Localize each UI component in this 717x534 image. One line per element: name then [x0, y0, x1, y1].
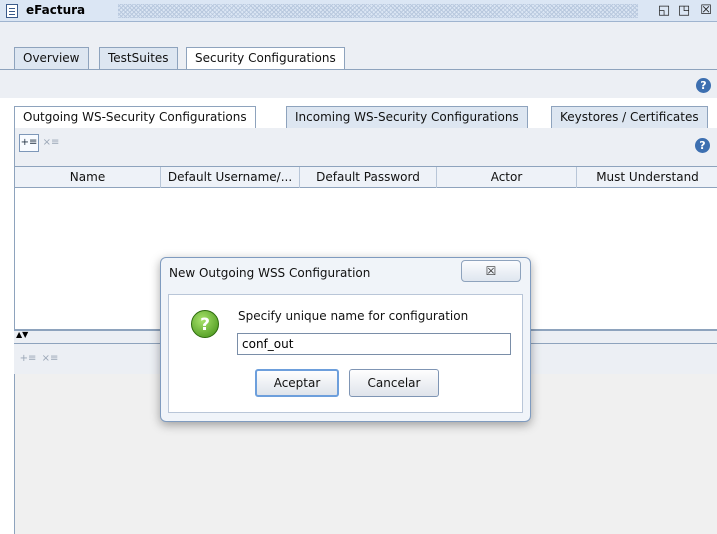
column-header-password[interactable]: Default Password — [300, 167, 437, 188]
tab-security-configurations[interactable]: Security Configurations — [186, 47, 345, 70]
column-header-username[interactable]: Default Username/... — [161, 167, 300, 188]
tab-outgoing-wss[interactable]: Outgoing WS-Security Configurations — [14, 106, 256, 129]
expand-collapse-icon[interactable]: ▲▼ — [16, 331, 28, 339]
window-title: eFactura — [26, 3, 86, 17]
column-header-name[interactable]: Name — [15, 167, 161, 188]
remove-config-icon: ×≡ — [42, 137, 60, 148]
question-icon: ? — [191, 310, 219, 338]
title-drag-area[interactable] — [118, 4, 638, 18]
column-header-actor[interactable]: Actor — [437, 167, 577, 188]
tab-keystores[interactable]: Keystores / Certificates — [551, 106, 708, 128]
config-name-input[interactable] — [237, 333, 511, 355]
ok-button[interactable]: Aceptar — [255, 369, 339, 397]
maximize-icon[interactable]: ◳ — [675, 2, 693, 20]
column-header-must-understand[interactable]: Must Understand — [577, 167, 717, 188]
dialog-title: New Outgoing WSS Configuration — [169, 266, 371, 280]
help-icon[interactable]: ? — [695, 138, 710, 153]
cancel-button[interactable]: Cancelar — [349, 369, 439, 397]
minimize-icon[interactable]: ◱ — [655, 2, 673, 20]
tab-incoming-wss[interactable]: Incoming WS-Security Configurations — [286, 106, 528, 128]
dialog-body: ? Specify unique name for configuration … — [168, 294, 523, 413]
sub-tab-bar: Outgoing WS-Security Configurations Inco… — [14, 98, 717, 129]
table-header: Name Default Username/... Default Passwo… — [15, 167, 717, 188]
new-config-dialog: New Outgoing WSS Configuration ☒ ? Speci… — [160, 257, 531, 422]
add-entry-icon: +≡ — [19, 353, 37, 364]
dialog-prompt: Specify unique name for configuration — [238, 309, 469, 323]
help-bar: ? — [0, 70, 717, 98]
tab-overview[interactable]: Overview — [14, 47, 89, 69]
main-tab-bar: Overview TestSuites Security Configurati… — [0, 22, 717, 70]
app-icon — [6, 4, 18, 18]
remove-entry-icon: ×≡ — [41, 353, 59, 364]
close-icon[interactable]: ☒ — [697, 2, 715, 20]
dialog-close-button[interactable]: ☒ — [461, 260, 521, 282]
help-icon[interactable]: ? — [696, 78, 711, 93]
window-title-bar: eFactura ◱ ◳ ☒ — [0, 0, 717, 22]
config-toolbar: +≡ ×≡ ? — [14, 128, 717, 166]
tab-testsuites[interactable]: TestSuites — [99, 47, 178, 69]
add-config-icon[interactable]: +≡ — [19, 134, 39, 152]
